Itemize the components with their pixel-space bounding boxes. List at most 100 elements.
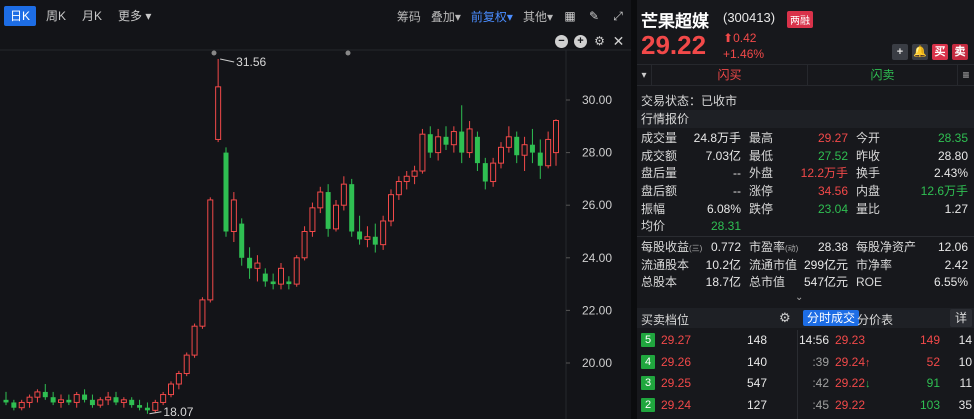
candle-body — [18, 401, 25, 409]
quote-value: -- — [733, 184, 741, 199]
tick-count: 35 — [958, 397, 972, 412]
flash-buy-button[interactable]: 闪买 — [651, 65, 807, 86]
candle-body — [239, 223, 245, 258]
candle-body — [129, 399, 135, 406]
alert-bell-icon[interactable]: 🔔 — [912, 44, 928, 60]
buy-button[interactable]: 买 — [932, 44, 948, 60]
fundamental-value: 2.42 — [944, 257, 968, 272]
candle-body — [152, 401, 159, 411]
ask-row[interactable]: 5 29.27 148 — [637, 330, 797, 352]
tab-time-sales[interactable]: 分时成交 — [803, 310, 860, 326]
ask-price: 29.24 — [661, 397, 692, 412]
collapse-chevron-icon[interactable]: ⌄ — [795, 292, 803, 303]
tick-volume: 149 — [919, 333, 940, 347]
tick-price-value: 29.22 — [835, 376, 866, 390]
candle-body — [340, 183, 347, 206]
menu-icon[interactable]: ≡ — [957, 65, 974, 86]
quote-value: 24.8万手 — [693, 131, 741, 145]
flash-sell-button[interactable]: 闪卖 — [807, 65, 957, 86]
quote-value: 12.2万手 — [800, 166, 848, 181]
quote-value: 29.27 — [817, 131, 848, 145]
fundamental-value: 28.38 — [817, 240, 848, 254]
price-tick-label: 28.00 — [582, 146, 612, 160]
fundamental-label: 市盈率(动) — [749, 239, 798, 258]
candle-body — [168, 383, 174, 396]
add-watchlist-button[interactable]: + — [892, 44, 908, 60]
price-change-value: 0.42 — [733, 31, 757, 45]
candle-body — [427, 134, 433, 153]
fundamental-row: 总股本 18.7亿 总市值 547亿元 ROE 6.55% — [637, 274, 974, 292]
ask-level-badge: 2 — [641, 397, 655, 412]
quote-section-title: 行情报价 — [637, 110, 974, 128]
orderbook-divider — [797, 330, 798, 419]
quick-trade-toggle[interactable]: ▾ — [637, 65, 651, 86]
fundamental-value: 10.2亿 — [705, 257, 741, 272]
range-handle-left — [211, 50, 217, 56]
quote-row: 振幅 6.08% 跌停 23.04 量比 1.27 — [637, 201, 974, 219]
candle-body — [223, 152, 229, 232]
quote-label: 涨停 — [749, 184, 774, 199]
price-change: ⬆0.42 — [723, 31, 756, 45]
quote-row: 均价 28.31 — [637, 218, 974, 236]
tick-row: :42 29.22↓ 91 11 — [799, 373, 974, 395]
quote-label: 量比 — [856, 201, 881, 216]
ask-level-badge: 4 — [641, 354, 655, 369]
sell-button[interactable]: 卖 — [952, 44, 968, 60]
gear-icon[interactable]: ⚙ — [779, 310, 791, 326]
candle-body — [3, 399, 9, 403]
fundamental-label-text: 总市值 — [749, 275, 786, 290]
tick-price-value: 29.22 — [835, 397, 866, 412]
candle-body — [372, 236, 378, 245]
ask-row[interactable]: 3 29.25 547 — [637, 373, 797, 395]
price-tick-label: 20.00 — [582, 356, 612, 370]
candle-body — [137, 405, 143, 408]
detail-button[interactable]: 详 — [950, 309, 972, 327]
fundamental-label-text: 市净率 — [856, 257, 893, 272]
quote-value: 28.31 — [710, 219, 741, 234]
candle-body — [317, 191, 324, 209]
candle-body — [357, 231, 363, 240]
ask-row[interactable]: 2 29.24 127 — [637, 395, 797, 417]
price-tick-label: 24.00 — [582, 251, 612, 265]
fundamental-value: 299亿元 — [803, 257, 848, 272]
tab-price-table[interactable]: 分价表 — [857, 311, 893, 328]
quote-row: 盘后量 -- 外盘 12.2万手 换手 2.43% — [637, 165, 974, 183]
section-separator — [637, 236, 974, 237]
candle-body — [183, 354, 190, 375]
ask-levels: 5 29.27 148 4 29.26 140 3 29.25 547 2 29.24 127 — [637, 330, 797, 416]
fundamental-value: 6.55% — [933, 275, 968, 290]
price-tick-label: 26.00 — [582, 198, 612, 212]
fundamental-label-text: 每股收益 — [641, 240, 690, 254]
candle-body — [498, 146, 504, 164]
quote-label: 外盘 — [749, 166, 774, 181]
candle-body — [482, 163, 488, 182]
kline-svg[interactable]: 30.00 28.00 26.00 24.00 22.00 20.00 31.56 18.07 — [0, 0, 631, 419]
fundamental-label: 市净率 — [856, 257, 892, 275]
tick-price-value: 29.23 — [835, 333, 866, 347]
candle-body — [301, 231, 308, 259]
quote-label: 换手 — [856, 166, 881, 181]
candle-body — [82, 394, 88, 400]
max-pointer — [220, 58, 235, 63]
ask-volume: 547 — [747, 376, 768, 390]
candle-body — [403, 175, 410, 183]
fundamental-label-text: 总股本 — [641, 275, 678, 290]
candle-body — [466, 128, 473, 154]
tick-count: 14 — [958, 333, 972, 347]
quote-value: 28.35 — [937, 131, 968, 145]
quote-value: 6.08% — [706, 201, 741, 216]
quote-value: -- — [733, 166, 741, 181]
tick-direction-icon: ↓ — [865, 378, 871, 390]
price-change-pct: +1.46% — [723, 47, 765, 61]
candle-body — [309, 207, 316, 233]
candle-body — [262, 273, 268, 282]
quote-value: 27.52 — [817, 148, 848, 163]
candle-body — [474, 136, 480, 164]
ask-price: 29.27 — [661, 333, 692, 347]
candle-body — [293, 257, 300, 285]
candle-body — [505, 136, 512, 148]
ask-row[interactable]: 4 29.26 140 — [637, 352, 797, 374]
quote-label: 内盘 — [856, 184, 881, 199]
orderbook-title: 买卖档位 — [641, 313, 690, 327]
fundamental-label: 总市值 — [749, 274, 785, 292]
